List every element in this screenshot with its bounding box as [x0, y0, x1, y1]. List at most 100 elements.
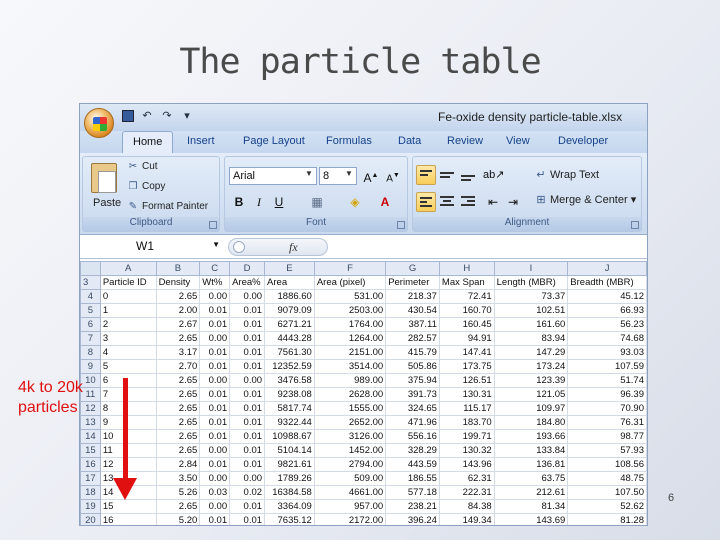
shrink-font-icon[interactable]: A▼ [383, 166, 403, 186]
table-cell[interactable]: 96.39 [567, 387, 647, 402]
table-cell[interactable]: 3.17 [155, 345, 201, 360]
table-cell[interactable]: 509.00 [313, 471, 387, 486]
table-cell[interactable]: 577.18 [385, 485, 440, 500]
table-cell[interactable]: 70.90 [567, 401, 647, 416]
table-cell[interactable]: 9 [99, 415, 157, 430]
table-cell[interactable]: 173.24 [493, 359, 569, 374]
table-cell[interactable]: 5.26 [155, 485, 201, 500]
table-cell[interactable]: 74.68 [567, 331, 647, 346]
table-cell[interactable]: 199.71 [438, 429, 495, 444]
table-cell[interactable]: 0.01 [229, 429, 266, 444]
table-cell[interactable]: 84.38 [438, 499, 495, 514]
table-cell[interactable]: 2.65 [155, 331, 201, 346]
table-cell[interactable]: 94.91 [438, 331, 495, 346]
table-cell[interactable]: 531.00 [313, 289, 387, 304]
tab-formulas[interactable]: Formulas [326, 135, 372, 147]
chevron-down-icon[interactable]: ▼ [343, 169, 355, 183]
table-cell[interactable]: 1764.00 [313, 317, 387, 332]
italic-button[interactable]: I [249, 192, 269, 212]
tab-developer[interactable]: Developer [558, 135, 608, 147]
row-number[interactable]: 10 [80, 373, 101, 388]
font-name-combo[interactable]: Arial ▼ [229, 167, 317, 185]
row-number[interactable]: 17 [80, 471, 101, 486]
table-cell[interactable]: 1264.00 [313, 331, 387, 346]
tab-home[interactable]: Home [122, 131, 174, 153]
table-cell[interactable]: 2172.00 [313, 513, 387, 525]
table-cell[interactable]: 2.67 [155, 317, 201, 332]
row-number[interactable]: 18 [80, 485, 101, 500]
table-cell[interactable]: 102.51 [493, 303, 569, 318]
table-cell[interactable]: 0.01 [199, 401, 231, 416]
row-number[interactable]: 20 [80, 513, 101, 525]
header-cell[interactable]: Particle ID [99, 275, 157, 290]
table-cell[interactable]: 0 [99, 289, 157, 304]
table-cell[interactable]: 9079.09 [264, 303, 315, 318]
table-cell[interactable]: 2628.00 [313, 387, 387, 402]
table-cell[interactable]: 415.79 [385, 345, 440, 360]
table-cell[interactable]: 109.97 [493, 401, 569, 416]
table-cell[interactable]: 2.65 [155, 499, 201, 514]
table-cell[interactable]: 556.16 [385, 429, 440, 444]
table-cell[interactable]: 143.96 [438, 457, 495, 472]
table-cell[interactable]: 1789.26 [264, 471, 315, 486]
table-cell[interactable]: 123.39 [493, 373, 569, 388]
table-cell[interactable]: 430.54 [385, 303, 440, 318]
table-cell[interactable]: 3364.09 [264, 499, 315, 514]
copy-button[interactable]: ❐ Copy [127, 181, 166, 192]
row-number[interactable]: 5 [80, 303, 101, 318]
align-right-icon[interactable] [458, 192, 478, 212]
row-number[interactable]: 16 [80, 457, 101, 472]
row-number[interactable]: 12 [80, 401, 101, 416]
table-cell[interactable]: 238.21 [385, 499, 440, 514]
table-cell[interactable]: 0.01 [229, 387, 266, 402]
table-cell[interactable]: 130.32 [438, 443, 495, 458]
table-cell[interactable]: 0.00 [229, 471, 266, 486]
table-cell[interactable]: 443.59 [385, 457, 440, 472]
table-cell[interactable]: 328.29 [385, 443, 440, 458]
table-cell[interactable]: 7 [99, 387, 157, 402]
table-cell[interactable]: 989.00 [313, 373, 387, 388]
save-icon[interactable] [122, 110, 134, 122]
undo-icon[interactable]: ↶ [140, 109, 154, 122]
table-cell[interactable]: 0.01 [199, 303, 231, 318]
row-number[interactable]: 14 [80, 429, 101, 444]
table-cell[interactable]: 93.03 [567, 345, 647, 360]
table-cell[interactable]: 143.69 [493, 513, 569, 525]
tab-data[interactable]: Data [398, 135, 421, 147]
table-cell[interactable]: 16 [99, 513, 157, 525]
table-cell[interactable]: 0.01 [229, 331, 266, 346]
table-cell[interactable]: 4443.28 [264, 331, 315, 346]
table-cell[interactable]: 149.34 [438, 513, 495, 525]
table-cell[interactable]: 6 [99, 373, 157, 388]
column-header[interactable]: F [313, 261, 387, 276]
table-cell[interactable]: 212.61 [493, 485, 569, 500]
table-cell[interactable]: 0.00 [199, 331, 231, 346]
table-cell[interactable]: 2.65 [155, 415, 201, 430]
cut-button[interactable]: ✂ Cut [127, 161, 158, 172]
orientation-icon[interactable]: ab↗ [483, 165, 504, 185]
table-cell[interactable]: 0.01 [199, 429, 231, 444]
table-cell[interactable]: 121.05 [493, 387, 569, 402]
table-cell[interactable]: 1452.00 [313, 443, 387, 458]
align-top-icon[interactable] [416, 165, 436, 185]
table-cell[interactable]: 2.00 [155, 303, 201, 318]
table-cell[interactable]: 186.55 [385, 471, 440, 486]
table-cell[interactable]: 173.75 [438, 359, 495, 374]
table-cell[interactable]: 387.11 [385, 317, 440, 332]
table-cell[interactable]: 0.01 [199, 387, 231, 402]
column-header[interactable]: B [155, 261, 201, 276]
table-cell[interactable]: 2.65 [155, 401, 201, 416]
redo-icon[interactable]: ↷ [160, 109, 174, 122]
header-cell[interactable]: Length (MBR) [493, 275, 569, 290]
cancel-icon[interactable] [233, 241, 245, 253]
table-cell[interactable]: 0.00 [199, 499, 231, 514]
table-cell[interactable]: 505.86 [385, 359, 440, 374]
table-cell[interactable]: 8 [99, 401, 157, 416]
table-cell[interactable]: 2.65 [155, 373, 201, 388]
table-cell[interactable]: 3476.58 [264, 373, 315, 388]
fill-color-icon[interactable]: ◈ [345, 192, 365, 212]
header-cell[interactable]: Max Span [438, 275, 495, 290]
align-bottom-icon[interactable] [458, 165, 478, 185]
bold-button[interactable]: B [229, 192, 249, 212]
row-number[interactable]: 19 [80, 499, 101, 514]
